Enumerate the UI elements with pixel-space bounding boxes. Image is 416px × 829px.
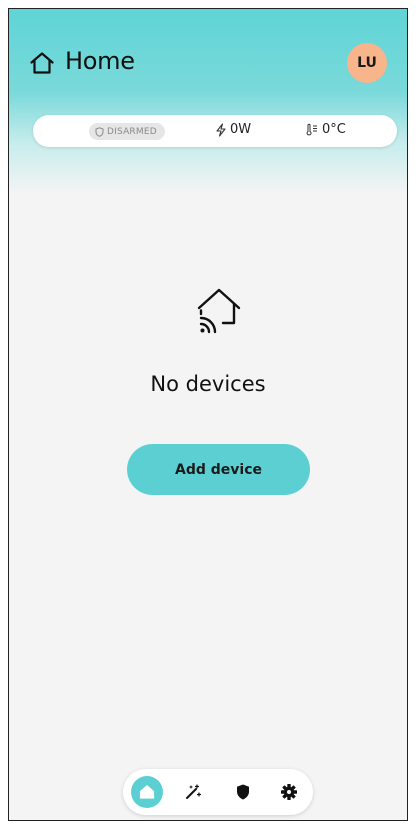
power-reading: 0W	[215, 122, 251, 137]
shield-icon	[237, 784, 249, 800]
shield-icon	[95, 126, 104, 137]
home-icon	[139, 785, 155, 799]
add-device-button[interactable]: Add device	[127, 444, 310, 495]
app-screen: Home LU DISARMED 0W 0°C No devices Add d…	[8, 8, 408, 821]
nav-security[interactable]	[227, 776, 259, 808]
bottom-navigation	[123, 769, 313, 815]
nav-home[interactable]	[131, 776, 163, 808]
temperature-reading: 0°C	[305, 122, 346, 137]
empty-state-message: No devices	[150, 372, 266, 396]
gear-icon	[281, 784, 297, 800]
temperature-value: 0°C	[322, 122, 346, 137]
avatar[interactable]: LU	[347, 43, 387, 83]
nav-settings[interactable]	[273, 776, 305, 808]
page-title: Home	[65, 47, 135, 75]
lightning-icon	[216, 122, 226, 137]
home-icon	[30, 52, 54, 74]
magic-wand-icon	[186, 784, 202, 799]
header-gradient	[9, 9, 407, 194]
smart-home-wifi-icon	[197, 288, 241, 334]
top-bar: Home LU	[9, 43, 407, 87]
thermometer-icon	[306, 123, 317, 135]
status-bar: DISARMED 0W 0°C	[33, 115, 397, 147]
nav-automations[interactable]	[177, 776, 209, 808]
security-status-badge[interactable]: DISARMED	[89, 123, 165, 140]
power-value: 0W	[230, 122, 252, 137]
security-status-label: DISARMED	[107, 126, 157, 137]
